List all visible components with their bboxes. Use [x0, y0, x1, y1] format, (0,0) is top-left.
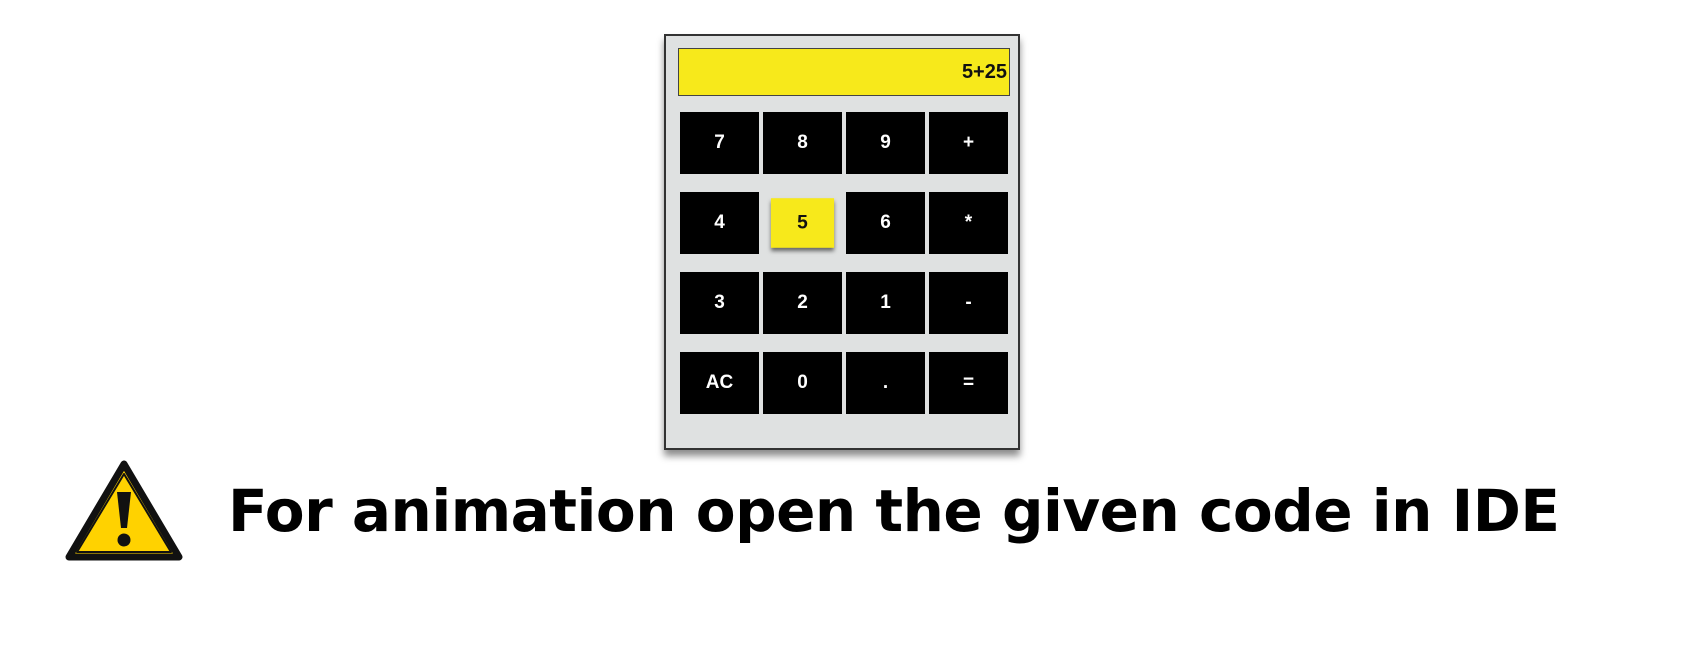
key-plus[interactable]: + — [929, 112, 1008, 174]
key-minus[interactable]: - — [929, 272, 1008, 334]
calculator: 5+25 7 8 9 + 4 5 6 * 3 2 1 - AC 0 . = — [664, 34, 1020, 450]
key-all-clear[interactable]: AC — [680, 352, 759, 414]
key-9[interactable]: 9 — [846, 112, 925, 174]
notice-message: For animation open the given code in IDE — [228, 477, 1560, 545]
key-multiply[interactable]: * — [929, 192, 1008, 254]
key-2[interactable]: 2 — [763, 272, 842, 334]
key-0[interactable]: 0 — [763, 352, 842, 414]
warning-triangle-icon — [65, 460, 183, 561]
key-decimal[interactable]: . — [846, 352, 925, 414]
key-4[interactable]: 4 — [680, 192, 759, 254]
key-7[interactable]: 7 — [680, 112, 759, 174]
calculator-display: 5+25 — [678, 48, 1010, 96]
key-5[interactable]: 5 — [770, 198, 835, 248]
key-6[interactable]: 6 — [846, 192, 925, 254]
key-1[interactable]: 1 — [846, 272, 925, 334]
keypad: 7 8 9 + 4 5 6 * 3 2 1 - AC 0 . = — [680, 112, 1012, 414]
key-8[interactable]: 8 — [763, 112, 842, 174]
key-3[interactable]: 3 — [680, 272, 759, 334]
key-equals[interactable]: = — [929, 352, 1008, 414]
